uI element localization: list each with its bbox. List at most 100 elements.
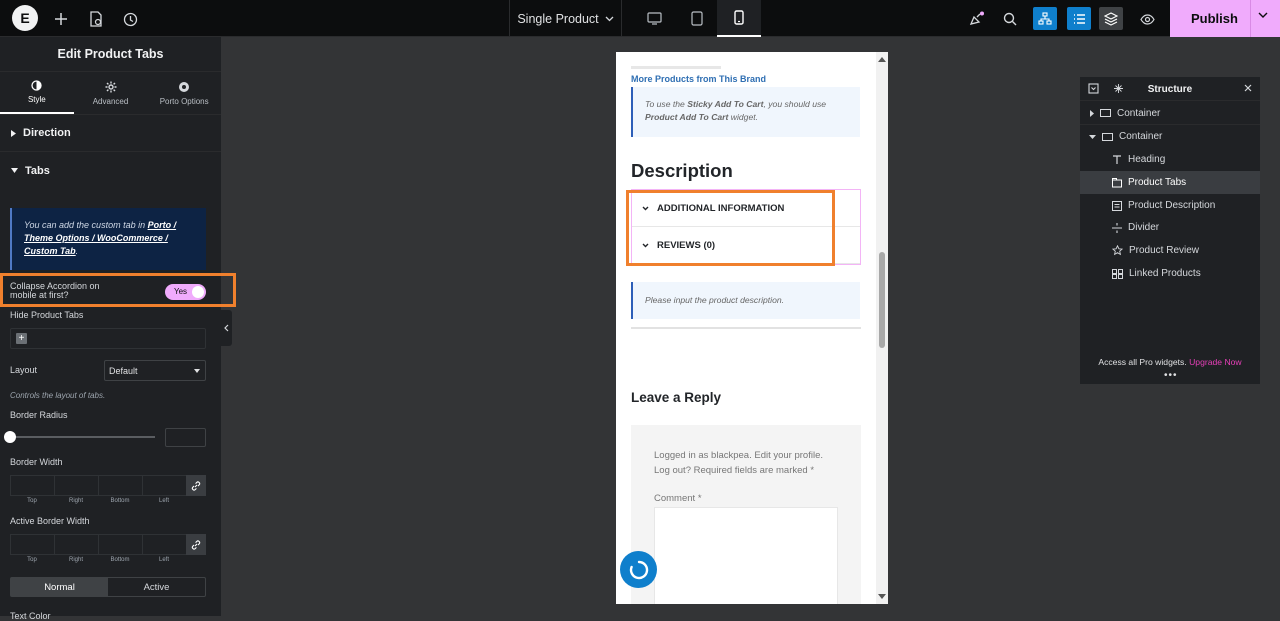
whats-new-icon[interactable] (966, 9, 986, 29)
comment-label: Comment * (654, 493, 702, 504)
collapse-accordion-toggle[interactable]: Yes (165, 284, 206, 300)
nav-item-container-2[interactable]: Container (1080, 125, 1260, 148)
link-icon[interactable] (186, 534, 206, 555)
caret-right-icon (11, 129, 16, 137)
document-title-dropdown[interactable]: Single Product (509, 0, 622, 37)
logged-in-line1[interactable]: Logged in as blackpea. Edit your profile… (654, 448, 823, 463)
notice-text-d: Product Add To Cart (645, 112, 729, 122)
border-radius-input[interactable] (165, 428, 206, 447)
comment-textarea[interactable] (654, 507, 838, 604)
publish-button[interactable]: Publish (1170, 0, 1280, 37)
border-width-dim-labels: Top Right Bottom Left (10, 498, 186, 504)
linked-products-icon (1112, 268, 1123, 279)
state-tabs: Normal Active (10, 577, 206, 597)
tablet-icon[interactable] (675, 0, 719, 37)
add-item-button[interactable]: + (16, 333, 27, 344)
section-tabs-label: Tabs (25, 164, 50, 177)
tab-porto-options-label: Porto Options (159, 96, 209, 106)
dim-left-label: Left (158, 498, 169, 504)
border-width-right-input[interactable] (54, 475, 98, 496)
border-width-bottom-input[interactable] (98, 475, 142, 496)
nav-item-product-description[interactable]: Product Description (1080, 194, 1260, 217)
more-products-brand-link[interactable]: More Products from This Brand (631, 74, 766, 84)
half-circle-icon (31, 80, 42, 91)
layers-icon[interactable] (1099, 7, 1123, 30)
nav-item-heading[interactable]: Heading (1080, 148, 1260, 171)
caret-down-icon (11, 168, 18, 173)
nav-item-label: Divider (1128, 222, 1160, 233)
active-border-width-label: Active Border Width (10, 516, 90, 526)
panel-collapse-button[interactable] (221, 310, 232, 346)
active-border-left-input[interactable] (142, 534, 186, 555)
active-border-bottom-input[interactable] (98, 534, 142, 555)
dim-bottom-label: Bottom (110, 557, 130, 563)
toggle-label: Yes (174, 287, 188, 296)
comment-form: Logged in as blackpea. Edit your profile… (631, 425, 861, 604)
section-direction-label: Direction (23, 127, 71, 139)
mobile-icon[interactable] (717, 0, 761, 37)
upgrade-now-link[interactable]: Upgrade Now (1189, 357, 1242, 367)
product-description-icon (1112, 200, 1122, 211)
panel-tabs: Style Advanced Porto Options (0, 72, 221, 115)
nav-item-label: Product Tabs (1128, 177, 1187, 188)
notice-text-c: , you should use (763, 99, 827, 109)
preview-icon[interactable] (1137, 9, 1157, 29)
tab-advanced[interactable]: Advanced (74, 72, 148, 114)
assistant-fab-button[interactable] (620, 551, 657, 588)
plus-icon[interactable] (51, 9, 71, 29)
content-divider (631, 327, 861, 329)
structure-header: Structure (1080, 77, 1260, 101)
dim-left-label: Left (158, 557, 169, 563)
border-width-left-input[interactable] (142, 475, 186, 496)
nav-item-label: Product Review (1129, 245, 1200, 256)
scroll-down-arrow[interactable] (878, 594, 886, 599)
desktop-icon[interactable] (632, 0, 676, 37)
section-direction[interactable]: Direction (0, 115, 221, 152)
brand-tab-underline (631, 66, 721, 69)
nav-item-divider[interactable]: Divider (1080, 216, 1260, 239)
hide-tabs-repeater: + (10, 328, 206, 349)
border-radius-slider-track[interactable] (10, 436, 155, 438)
close-icon[interactable] (1244, 84, 1252, 92)
section-tabs[interactable]: Tabs (0, 152, 221, 189)
scroll-up-arrow[interactable] (878, 57, 886, 62)
nav-item-product-review[interactable]: Product Review (1080, 239, 1260, 262)
panel-title: Edit Product Tabs (0, 37, 221, 72)
border-width-top-input[interactable] (10, 475, 54, 496)
layout-select[interactable]: Default (104, 360, 206, 381)
tab-normal[interactable]: Normal (11, 578, 108, 596)
tab-active[interactable]: Active (108, 578, 205, 596)
elementor-logo-button[interactable]: E (12, 5, 38, 31)
page-settings-icon[interactable] (86, 9, 106, 29)
chevron-down-icon (605, 16, 614, 21)
search-icon[interactable] (1000, 9, 1020, 29)
description-notice: Please input the product description. (631, 282, 860, 319)
container-icon (1102, 132, 1113, 141)
active-border-top-input[interactable] (10, 534, 54, 555)
border-width-dimensions (10, 475, 206, 496)
border-radius-slider-handle[interactable] (4, 431, 16, 443)
tab-style[interactable]: Style (0, 72, 74, 114)
hide-tabs-label: Hide Product Tabs (10, 310, 84, 320)
accordion-highlight (626, 190, 835, 266)
scroll-thumb[interactable] (879, 252, 885, 348)
logged-in-line2[interactable]: Log out? Required fields are marked * (654, 463, 823, 478)
structure-icon[interactable] (1033, 7, 1057, 30)
canvas-scrollbar[interactable] (876, 52, 888, 604)
link-icon[interactable] (186, 475, 206, 496)
chevron-down-icon[interactable] (1258, 12, 1268, 19)
tab-porto-options[interactable]: Porto Options (147, 72, 221, 114)
mobile-preview-canvas[interactable]: More Products from This Brand To use the… (616, 52, 888, 604)
more-options-icon[interactable]: ••• (1164, 371, 1178, 381)
active-border-right-input[interactable] (54, 534, 98, 555)
navigator-icon[interactable] (1067, 7, 1091, 30)
history-icon[interactable] (120, 9, 140, 29)
collapse-accordion-label: Collapse Accordion on mobile at first? (10, 282, 100, 300)
nav-item-product-tabs[interactable]: Product Tabs (1080, 171, 1260, 194)
collapse-label-line2: mobile at first? (10, 290, 69, 300)
border-radius-label: Border Radius (10, 410, 68, 420)
notice-text-b: Sticky Add To Cart (687, 99, 764, 109)
caret-down-icon (1089, 134, 1096, 139)
nav-item-container-1[interactable]: Container (1080, 102, 1260, 125)
nav-item-linked-products[interactable]: Linked Products (1080, 262, 1260, 285)
